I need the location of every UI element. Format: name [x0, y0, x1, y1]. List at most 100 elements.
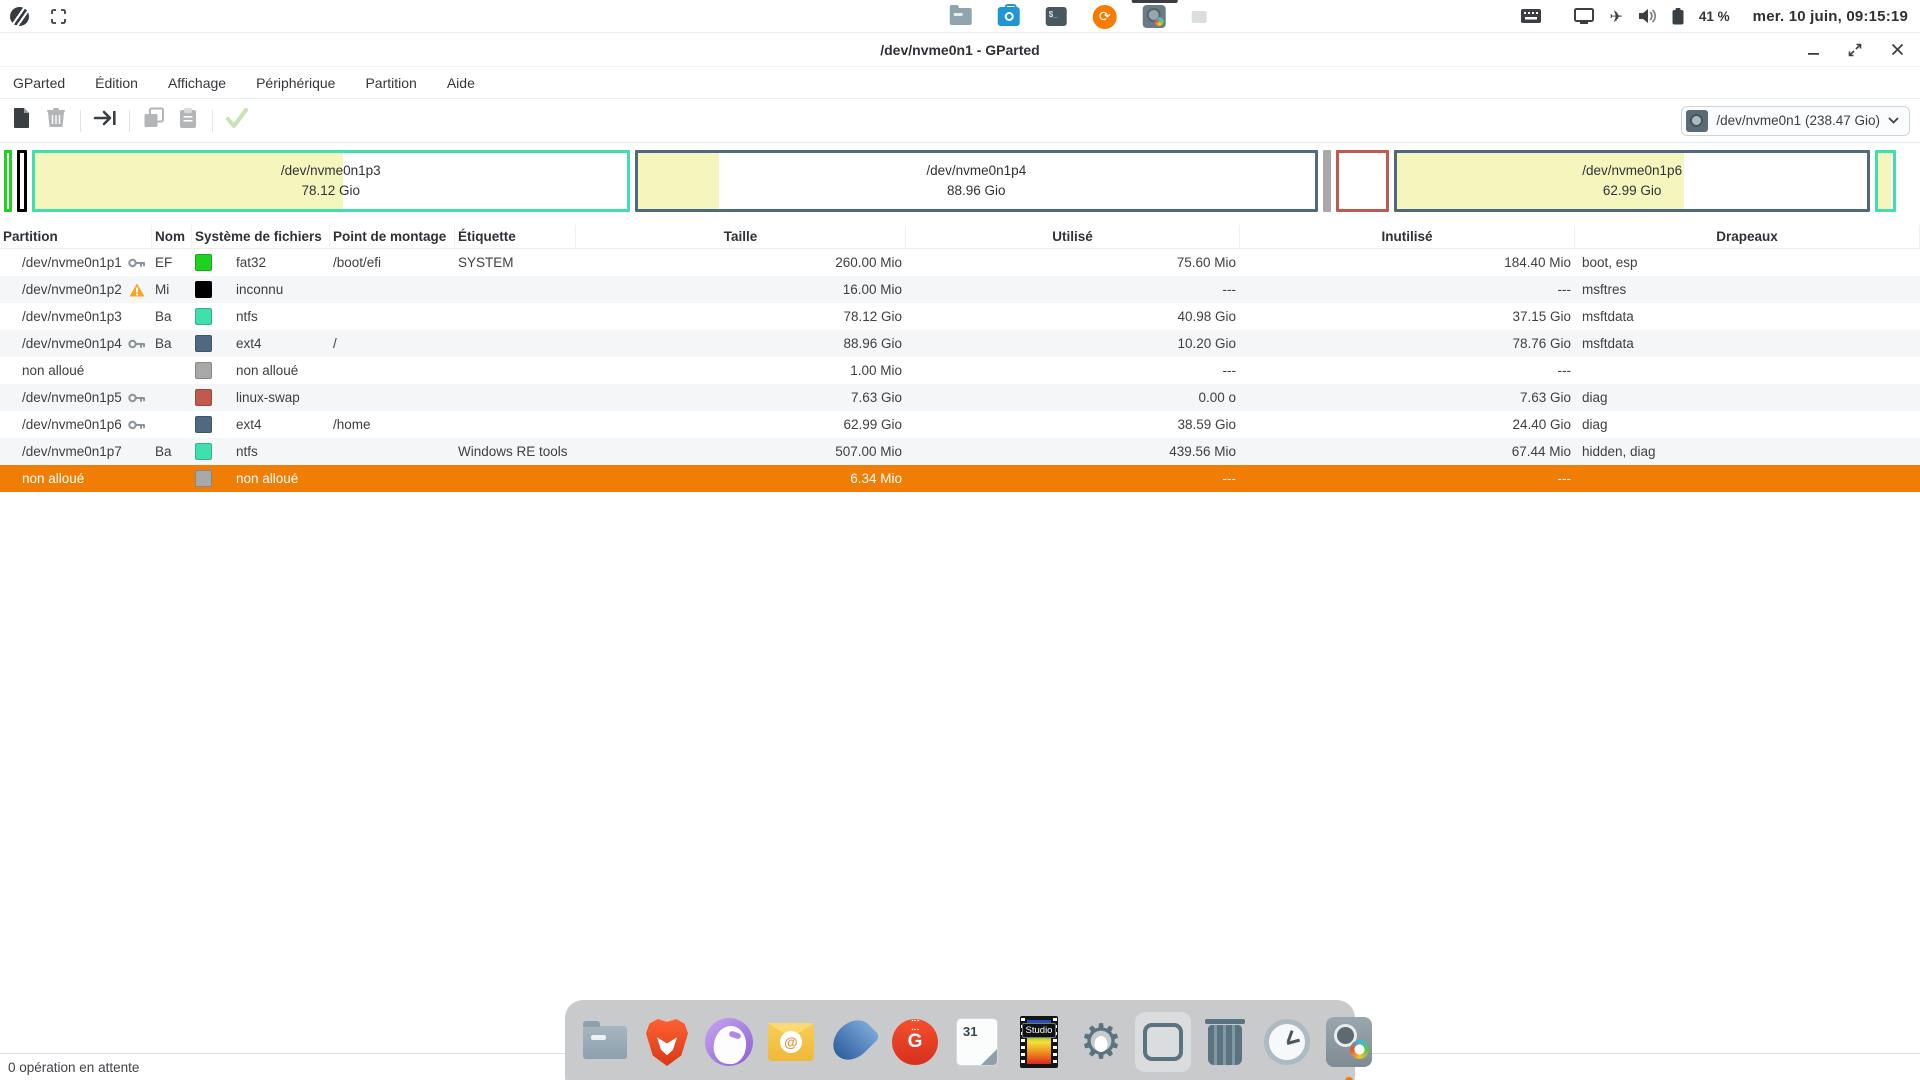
resize-move-button[interactable] — [88, 105, 122, 137]
menu-partition[interactable]: Partition — [354, 71, 427, 95]
dock-clock-icon[interactable] — [1259, 1012, 1315, 1072]
menu-gparted[interactable]: GParted — [2, 71, 76, 95]
workspace-overview-icon[interactable] — [51, 9, 66, 24]
column-header[interactable]: Inutilisé — [1240, 225, 1575, 248]
cell-filesystem: non alloué — [192, 362, 330, 379]
menu-aide[interactable]: Aide — [436, 71, 486, 95]
cell-size: 507.00 Mio — [576, 444, 906, 459]
column-header[interactable]: Point de montage — [330, 225, 455, 248]
green-check-icon — [225, 107, 249, 134]
dock-calendar-icon[interactable]: 31 — [949, 1012, 1005, 1072]
software-tray-icon[interactable] — [998, 0, 1020, 33]
copy-icon — [143, 107, 165, 134]
gparted-tray-icon[interactable] — [1143, 0, 1166, 33]
cell-name: Ba — [152, 309, 192, 324]
column-header[interactable]: Étiquette — [455, 225, 576, 248]
column-header[interactable]: Nom — [152, 225, 192, 248]
volume-icon[interactable] — [1638, 8, 1657, 24]
airplane-mode-icon[interactable]: ✈ — [1609, 7, 1622, 26]
zorin-menu-icon[interactable] — [10, 7, 29, 26]
disk-segment-nvme0n1p4[interactable]: /dev/nvme0n1p488.96 Gio — [635, 150, 1318, 212]
cell-used: 75.60 Mio — [906, 255, 1240, 270]
cell-name: Mi — [152, 282, 192, 297]
menu-edition[interactable]: Édition — [84, 71, 149, 95]
dock-gparted-icon[interactable] — [1321, 1012, 1377, 1072]
column-header[interactable]: Taille — [576, 225, 906, 248]
cell-size: 6.34 Mio — [576, 471, 906, 486]
cell-filesystem: ext4 — [192, 416, 330, 433]
disk-segment-nvme0n1p3[interactable]: /dev/nvme0n1p378.12 Gio — [32, 150, 630, 212]
device-selector-value: /dev/nvme0n1 (238.47 Gio) — [1716, 113, 1880, 128]
partition-table-header: PartitionNomSystème de fichiersPoint de … — [0, 225, 1920, 249]
disk-segment-nvme0n1p2[interactable] — [17, 150, 27, 212]
terminal-tray-icon[interactable]: $_ — [1046, 0, 1067, 33]
table-row[interactable]: /dev/nvme0n1p3Bantfs78.12 Gio40.98 Gio37… — [0, 303, 1920, 330]
disk-segment-unallocated-1[interactable] — [1323, 150, 1331, 212]
dock-brave-browser-icon[interactable] — [639, 1012, 695, 1072]
paste-button[interactable] — [171, 105, 205, 137]
battery-percentage[interactable]: 41 % — [1699, 9, 1730, 24]
cell-unused: --- — [1240, 282, 1575, 297]
table-row[interactable]: /dev/nvme0n1p6ext4/home62.99 Gio38.59 Gi… — [0, 411, 1920, 438]
disk-visual-bar: /dev/nvme0n1p378.12 Gio/dev/nvme0n1p488.… — [4, 150, 1916, 212]
cell-size: 62.99 Gio — [576, 417, 906, 432]
cell-used: 0.00 o — [906, 390, 1240, 405]
dock-mail-icon[interactable]: @ — [763, 1012, 819, 1072]
gparted-window: /dev/nvme0n1 - GParted GParted Édition Aff… — [0, 33, 1920, 492]
dock-deluge-icon[interactable] — [825, 1012, 881, 1072]
filesystem-color-swatch — [195, 308, 212, 325]
cell-mountpoint: /boot/efi — [330, 255, 455, 270]
cell-unused: --- — [1240, 363, 1575, 378]
restore-icon[interactable] — [1846, 41, 1864, 59]
new-partition-button[interactable] — [5, 105, 39, 137]
toolbar-separator — [80, 110, 81, 132]
column-header[interactable]: Système de fichiers — [192, 225, 330, 248]
cell-size: 7.63 Gio — [576, 390, 906, 405]
table-row[interactable]: /dev/nvme0n1p2Miinconnu16.00 Mio------ms… — [0, 276, 1920, 303]
apply-operations-button[interactable] — [220, 105, 254, 137]
table-row[interactable]: /dev/nvme0n1p4Baext4/88.96 Gio10.20 Gio7… — [0, 330, 1920, 357]
updater-tray-icon[interactable]: ⟳ — [1093, 0, 1117, 33]
device-selector[interactable]: /dev/nvme0n1 (238.47 Gio) — [1681, 106, 1910, 136]
faded-tray-icon[interactable] — [1192, 0, 1207, 33]
dock-settings-icon[interactable]: ⚙ — [1073, 1012, 1129, 1072]
minimize-icon[interactable] — [1804, 41, 1822, 59]
table-row[interactable]: non allouénon alloué1.00 Mio------ — [0, 357, 1920, 384]
partition-table: PartitionNomSystème de fichiersPoint de … — [0, 225, 1920, 492]
dock-drawing-app-icon[interactable]: G — [887, 1012, 943, 1072]
panel-clock[interactable]: mer. 10 juin, 09:15:19 — [1753, 8, 1908, 25]
cell-filesystem: non alloué — [192, 470, 330, 487]
dock-trash-icon[interactable] — [1197, 1012, 1253, 1072]
close-icon[interactable] — [1888, 41, 1906, 59]
cell-label: Windows RE tools — [455, 444, 576, 459]
cell-unused: 7.63 Gio — [1240, 390, 1575, 405]
table-row[interactable]: /dev/nvme0n1p1EFfat32/boot/efiSYSTEM260.… — [0, 249, 1920, 276]
table-row[interactable]: /dev/nvme0n1p5linux-swap7.63 Gio0.00 o7.… — [0, 384, 1920, 411]
dock-screenshot-tool-icon[interactable] — [1135, 1012, 1191, 1072]
display-icon[interactable] — [1574, 8, 1594, 24]
disk-segment-nvme0n1p7[interactable] — [1875, 150, 1896, 212]
menu-bar: GParted Édition Affichage Périphérique Parti… — [0, 66, 1920, 98]
delete-partition-button[interactable] — [39, 105, 73, 137]
cell-size: 88.96 Gio — [576, 336, 906, 351]
partition-table-body: /dev/nvme0n1p1EFfat32/boot/efiSYSTEM260.… — [0, 249, 1920, 492]
keyboard-layout-icon[interactable] — [1521, 9, 1541, 23]
dock-falkon-browser-icon[interactable] — [701, 1012, 757, 1072]
column-header[interactable]: Partition — [0, 225, 152, 248]
table-row[interactable]: /dev/nvme0n1p7BantfsWindows RE tools507.… — [0, 438, 1920, 465]
column-header[interactable]: Utilisé — [906, 225, 1240, 248]
dock-photofilmstrip-icon[interactable]: Studio — [1011, 1012, 1067, 1072]
battery-icon[interactable] — [1672, 8, 1684, 25]
copy-button[interactable] — [137, 105, 171, 137]
table-row[interactable]: non allouénon alloué6.34 Mio------ — [0, 465, 1920, 492]
disk-segment-nvme0n1p1[interactable] — [4, 150, 12, 212]
column-header[interactable]: Drapeaux — [1575, 225, 1920, 248]
disk-segment-nvme0n1p6[interactable]: /dev/nvme0n1p662.99 Gio — [1394, 150, 1870, 212]
dock-files-icon[interactable] — [577, 1012, 633, 1072]
menu-affichage[interactable]: Affichage — [157, 71, 237, 95]
title-bar[interactable]: /dev/nvme0n1 - GParted — [0, 33, 1920, 66]
disk-segment-nvme0n1p5[interactable] — [1336, 150, 1390, 212]
files-tray-icon[interactable] — [950, 0, 972, 33]
cell-filesystem: ntfs — [192, 443, 330, 460]
menu-peripherique[interactable]: Périphérique — [245, 71, 346, 95]
